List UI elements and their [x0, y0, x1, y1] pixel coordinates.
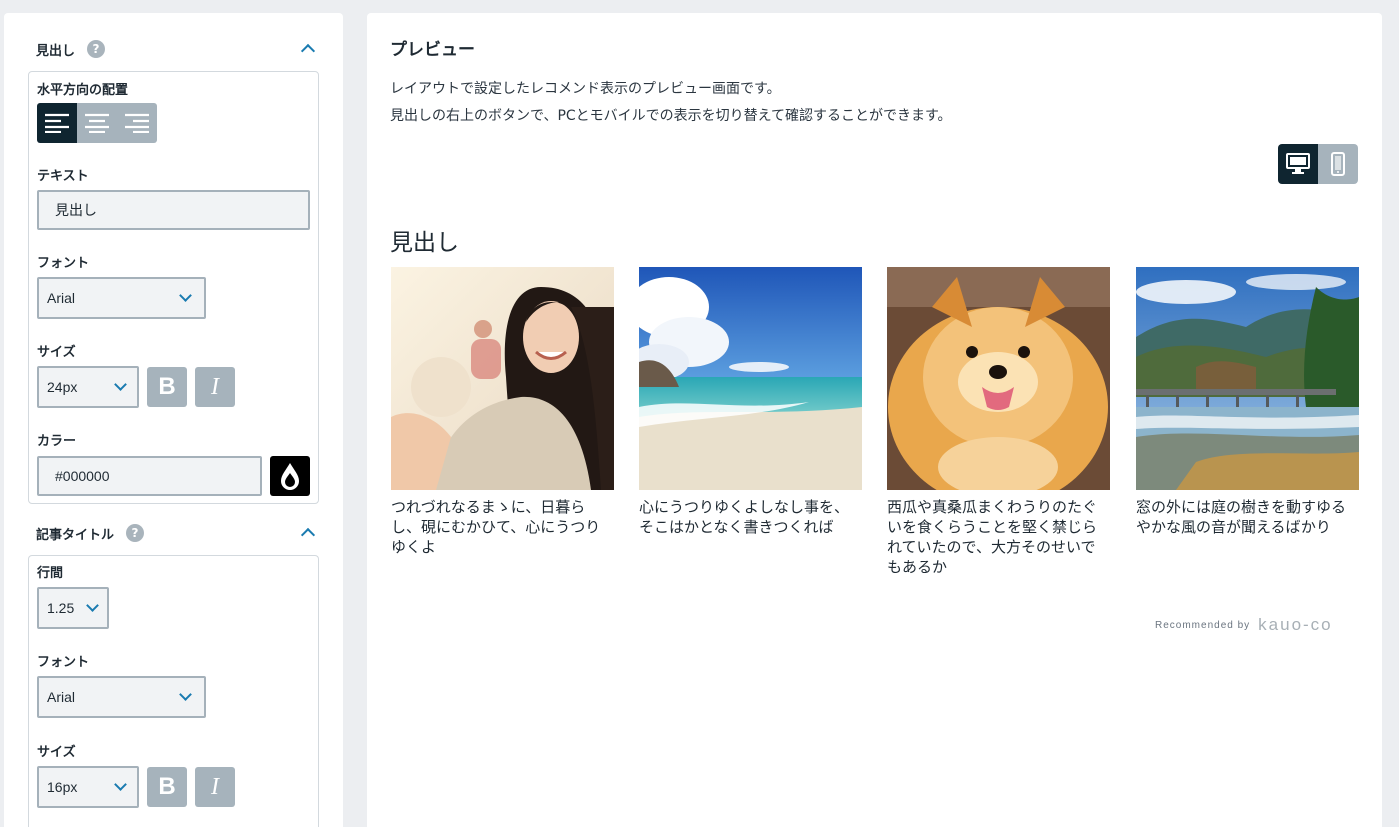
line-height-value: 1.25	[47, 600, 75, 616]
recommended-by-text: Recommended by	[1155, 619, 1251, 631]
article-title-section-title: 記事タイトル	[36, 527, 115, 543]
heading-section-title: 見出し	[36, 43, 76, 59]
align-center-button[interactable]	[77, 103, 117, 143]
size-label: サイズ	[37, 345, 76, 360]
mobile-icon	[1331, 152, 1345, 176]
line-height-select[interactable]: 1.25	[37, 587, 109, 629]
mobile-view-button[interactable]	[1318, 144, 1358, 184]
recommendation-card[interactable]: 西瓜や真桑瓜まくわうりのたぐいを食くらうことを堅く禁じられていたので、大方そのせ…	[887, 267, 1110, 577]
color-input[interactable]: #000000	[37, 456, 262, 496]
kauo-co-logo: kauo-co	[1258, 615, 1333, 634]
align-left-icon	[45, 113, 69, 133]
align-right-icon	[125, 113, 149, 133]
size-label: サイズ	[37, 745, 76, 760]
bold-button[interactable]: B	[147, 767, 187, 807]
align-center-icon	[85, 113, 109, 133]
align-right-button[interactable]	[117, 103, 157, 143]
article-font-select[interactable]: Arial	[37, 676, 206, 718]
line-height-label: 行間	[37, 566, 64, 581]
align-button-group	[37, 103, 157, 143]
heading-size-value: 24px	[47, 379, 78, 395]
color-drop-icon	[281, 463, 299, 490]
preview-title: プレビュー	[390, 40, 475, 60]
recommendation-card[interactable]: つれづれなるまゝに、日暮らし、硯にむかひて、心にうつりゆくよ	[391, 267, 614, 557]
collapse-chevron-up-icon[interactable]	[300, 527, 316, 543]
article-size-value: 16px	[47, 779, 78, 795]
heading-font-value: Arial	[47, 290, 76, 306]
card-title[interactable]: つれづれなるまゝに、日暮らし、硯にむかひて、心にうつりゆくよ	[391, 497, 614, 557]
article-font-value: Arial	[47, 689, 76, 705]
card-title[interactable]: 心にうつりゆくよしなし事を、そこはかとなく書きつくれば	[639, 497, 862, 537]
italic-button[interactable]: I	[195, 767, 235, 807]
text-label: テキスト	[37, 169, 89, 184]
card-thumbnail-pomeranian-dog[interactable]	[887, 267, 1110, 490]
chevron-down-icon	[114, 378, 127, 391]
recommendation-card[interactable]: 窓の外には庭の樹きを動すゆるやかな風の音が聞えるばかり	[1136, 267, 1359, 537]
card-thumbnail-tropical-beach[interactable]	[639, 267, 862, 490]
collapse-chevron-up-icon[interactable]	[300, 43, 316, 59]
preview-description-line2: 見出しの右上のボタンで、PCとモバイルでの表示を切り替えて確認することができます…	[390, 108, 952, 124]
color-picker-button[interactable]	[270, 456, 310, 496]
settings-panel: 見出し ? 水平方向の配置 テキスト 見出し フォント Arial サイズ 24…	[4, 13, 343, 827]
preview-description-line1: レイアウトで設定したレコメンド表示のプレビュー画面です。	[390, 81, 781, 97]
heading-font-select[interactable]: Arial	[37, 277, 206, 319]
article-size-select[interactable]: 16px	[37, 766, 139, 808]
recommendation-card[interactable]: 心にうつりゆくよしなし事を、そこはかとなく書きつくれば	[639, 267, 862, 537]
font-label: フォント	[37, 655, 90, 670]
heading-size-select[interactable]: 24px	[37, 366, 139, 408]
chevron-down-icon	[179, 289, 192, 302]
recommended-by-badge[interactable]: Recommended by kauo-co	[1155, 615, 1333, 635]
bold-button[interactable]: B	[147, 367, 187, 407]
chevron-down-icon	[114, 778, 127, 791]
article-title-settings-group: 行間 1.25 フォント Arial サイズ 16px B I	[28, 555, 319, 827]
preview-panel: プレビュー レイアウトで設定したレコメンド表示のプレビュー画面です。 見出しの右…	[367, 13, 1382, 827]
align-label: 水平方向の配置	[37, 83, 129, 98]
article-title-section-header[interactable]: 記事タイトル ?	[36, 521, 145, 545]
heading-section-header[interactable]: 見出し ?	[36, 37, 106, 61]
desktop-icon	[1286, 153, 1310, 174]
chevron-down-icon	[86, 599, 99, 612]
help-icon[interactable]: ?	[126, 524, 145, 542]
help-icon[interactable]: ?	[87, 40, 106, 58]
color-label: カラー	[37, 434, 77, 449]
device-toggle	[1278, 144, 1358, 184]
card-thumbnail-mountain-river-bridge[interactable]	[1136, 267, 1359, 490]
heading-settings-group: 水平方向の配置 テキスト 見出し フォント Arial サイズ 24px B I…	[28, 71, 319, 504]
italic-button[interactable]: I	[195, 367, 235, 407]
chevron-down-icon	[179, 688, 192, 701]
align-left-button[interactable]	[37, 103, 77, 143]
desktop-view-button[interactable]	[1278, 144, 1318, 184]
card-title[interactable]: 窓の外には庭の樹きを動すゆるやかな風の音が聞えるばかり	[1136, 497, 1359, 537]
recommendation-heading: 見出し	[390, 230, 459, 256]
heading-text-input[interactable]: 見出し	[37, 190, 310, 230]
card-title[interactable]: 西瓜や真桑瓜まくわうりのたぐいを食くらうことを堅く禁じられていたので、大方そのせ…	[887, 497, 1110, 577]
card-thumbnail-smiling-woman[interactable]	[391, 267, 614, 490]
font-label: フォント	[37, 256, 90, 271]
